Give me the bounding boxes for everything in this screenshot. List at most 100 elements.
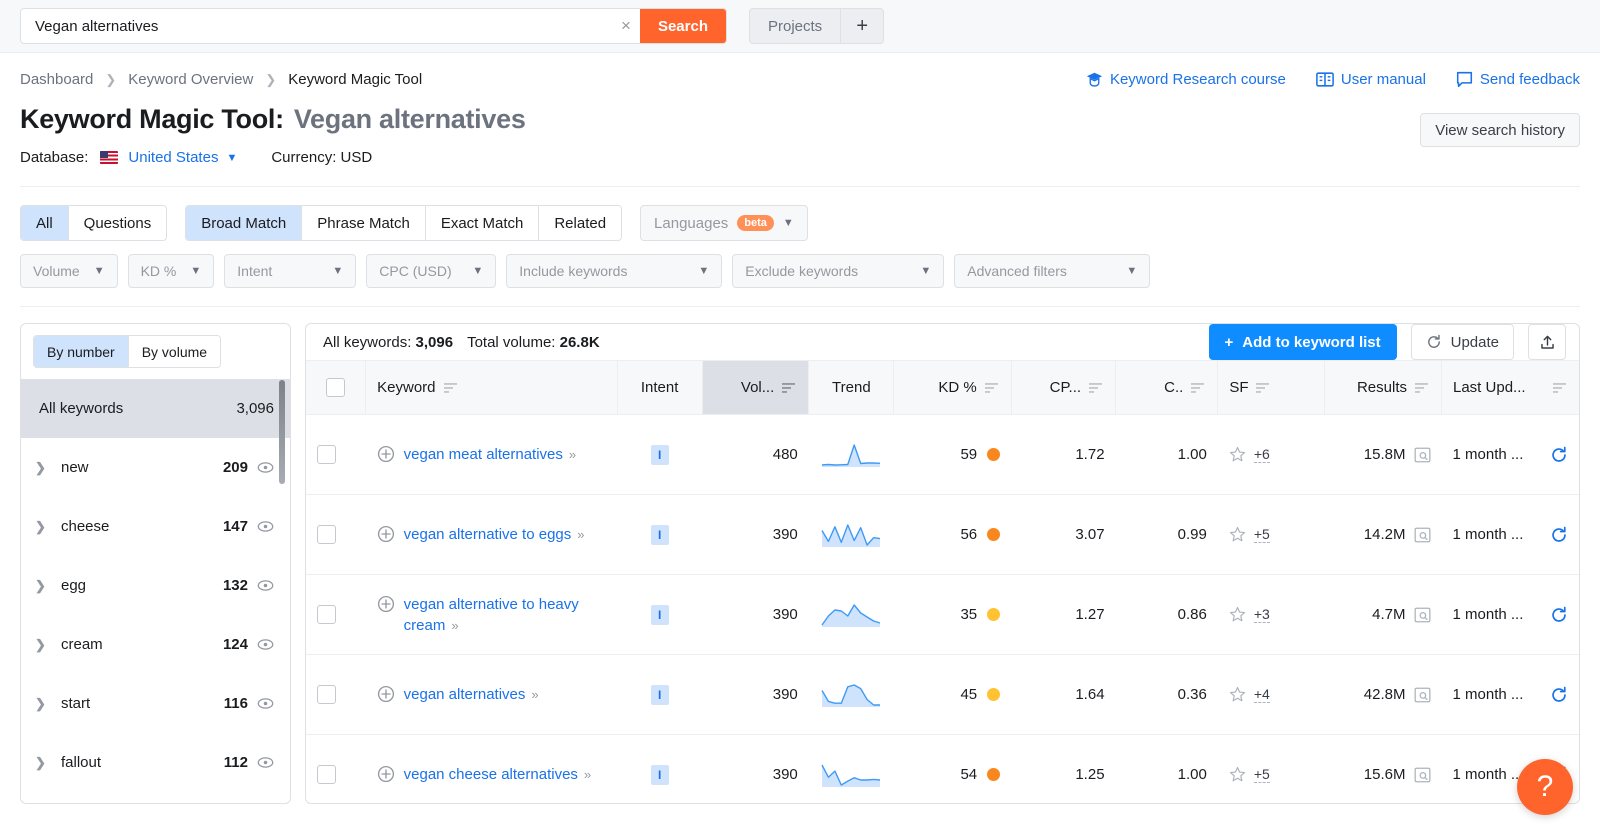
tab-related[interactable]: Related: [539, 206, 622, 240]
table-row[interactable]: vegan alternatives» I 390 45 1.64 0.36 +…: [306, 654, 1579, 735]
intent-badge[interactable]: I: [650, 444, 669, 465]
filter-intent[interactable]: Intent ▼: [224, 254, 357, 288]
send-feedback-link[interactable]: Send feedback: [1456, 71, 1580, 88]
view-search-history-button[interactable]: View search history: [1420, 113, 1580, 147]
eye-icon[interactable]: [257, 636, 274, 653]
tab-all[interactable]: All: [21, 206, 69, 240]
star-icon[interactable]: [1229, 766, 1246, 783]
serp-results-icon[interactable]: [1414, 687, 1431, 703]
star-icon[interactable]: [1229, 686, 1246, 703]
sidebar-item-fallout[interactable]: ❯ fallout 112: [21, 733, 290, 792]
table-row[interactable]: vegan alternative to eggs» I 390 56 3.07…: [306, 494, 1579, 575]
chevron-down-icon[interactable]: ▼: [226, 152, 237, 164]
keyword-link[interactable]: vegan alternative to heavy cream»: [404, 594, 606, 637]
expand-keyword-icon[interactable]: »: [577, 527, 584, 542]
filter-volume[interactable]: Volume ▼: [20, 254, 118, 288]
add-keyword-icon[interactable]: [377, 595, 395, 613]
row-checkbox[interactable]: [317, 605, 336, 624]
sidebar-item-new[interactable]: ❯ new 209: [21, 438, 290, 497]
sidebar-scrollbar[interactable]: [279, 380, 285, 624]
sidebar-item-cream[interactable]: ❯ cream 124: [21, 615, 290, 674]
filter-include-keywords[interactable]: Include keywords ▼: [506, 254, 723, 288]
filter-exclude-keywords[interactable]: Exclude keywords ▼: [732, 254, 945, 288]
star-icon[interactable]: [1229, 606, 1246, 623]
projects-button[interactable]: Projects: [750, 9, 842, 43]
keyword-link[interactable]: vegan alternatives»: [404, 684, 539, 705]
add-keyword-icon[interactable]: [377, 685, 395, 703]
eye-icon[interactable]: [257, 459, 274, 476]
header-results[interactable]: Results: [1323, 360, 1442, 415]
add-keyword-icon[interactable]: [377, 445, 395, 463]
sidebar-item-egg[interactable]: ❯ egg 132: [21, 556, 290, 615]
sidebar-scrollbar-thumb[interactable]: [279, 380, 285, 484]
table-row[interactable]: vegan alternative to heavy cream» I 390 …: [306, 574, 1579, 655]
export-button[interactable]: [1528, 324, 1566, 360]
intent-badge[interactable]: I: [650, 764, 669, 785]
add-keyword-icon[interactable]: [377, 765, 395, 783]
languages-dropdown[interactable]: Languages beta ▼: [640, 205, 808, 241]
serp-results-icon[interactable]: [1414, 767, 1431, 783]
eye-icon[interactable]: [257, 695, 274, 712]
filter-cpc[interactable]: CPC (USD) ▼: [366, 254, 497, 288]
intent-badge[interactable]: I: [650, 524, 669, 545]
keyword-link[interactable]: vegan cheese alternatives»: [404, 764, 592, 785]
star-icon[interactable]: [1229, 526, 1246, 543]
help-button[interactable]: ?: [1517, 759, 1573, 815]
clear-search-icon[interactable]: ×: [612, 9, 640, 43]
keyword-link[interactable]: vegan meat alternatives»: [404, 444, 577, 465]
tab-exact-match[interactable]: Exact Match: [425, 206, 540, 240]
header-competitive-density[interactable]: C..: [1115, 360, 1218, 415]
sf-more-count[interactable]: +4: [1253, 686, 1270, 704]
row-checkbox[interactable]: [317, 525, 336, 544]
header-kd[interactable]: KD %: [893, 360, 1012, 415]
header-sf[interactable]: SF: [1217, 360, 1325, 415]
tab-broad-match[interactable]: Broad Match: [186, 206, 303, 240]
eye-icon[interactable]: [257, 518, 274, 535]
refresh-icon[interactable]: [1550, 446, 1568, 464]
header-last-update[interactable]: Last Upd...: [1441, 360, 1579, 415]
sf-more-count[interactable]: +6: [1253, 446, 1270, 464]
intent-badge[interactable]: I: [650, 604, 669, 625]
row-checkbox[interactable]: [317, 445, 336, 464]
table-row[interactable]: vegan cheese alternatives» I 390 54 1.25…: [306, 734, 1579, 803]
keyword-link[interactable]: vegan alternative to eggs»: [404, 524, 585, 545]
breadcrumb-dashboard[interactable]: Dashboard: [20, 71, 93, 88]
add-to-keyword-list-button[interactable]: + Add to keyword list: [1208, 324, 1397, 360]
header-volume[interactable]: Vol...: [701, 360, 809, 415]
sidebar-item-all-keywords[interactable]: All keywords 3,096: [21, 379, 290, 438]
filter-advanced[interactable]: Advanced filters ▼: [954, 254, 1151, 288]
search-button[interactable]: Search: [639, 9, 726, 43]
add-keyword-icon[interactable]: [377, 525, 395, 543]
select-all-checkbox[interactable]: [326, 378, 346, 397]
expand-keyword-icon[interactable]: »: [531, 687, 538, 702]
header-keyword[interactable]: Keyword: [365, 360, 618, 415]
keyword-research-course-link[interactable]: Keyword Research course: [1086, 71, 1286, 88]
table-row[interactable]: vegan meat alternatives» I 480 59 1.72 1…: [306, 414, 1579, 495]
sf-more-count[interactable]: +5: [1253, 526, 1270, 544]
sidebar-item-start[interactable]: ❯ start 116: [21, 674, 290, 733]
sidebar-by-volume-tab[interactable]: By volume: [128, 336, 221, 367]
refresh-icon[interactable]: [1550, 686, 1568, 704]
star-icon[interactable]: [1229, 446, 1246, 463]
filter-kd[interactable]: KD % ▼: [127, 254, 215, 288]
breadcrumb-keyword-overview[interactable]: Keyword Overview: [128, 71, 253, 88]
expand-keyword-icon[interactable]: »: [451, 618, 458, 633]
expand-keyword-icon[interactable]: »: [569, 447, 576, 462]
database-value[interactable]: United States: [128, 149, 218, 166]
sf-more-count[interactable]: +3: [1253, 606, 1270, 624]
row-checkbox[interactable]: [317, 685, 336, 704]
refresh-icon[interactable]: [1550, 606, 1568, 624]
expand-keyword-icon[interactable]: »: [584, 767, 591, 782]
sidebar-by-number-tab[interactable]: By number: [34, 336, 129, 367]
eye-icon[interactable]: [257, 754, 274, 771]
serp-results-icon[interactable]: [1414, 527, 1431, 543]
add-project-button[interactable]: +: [841, 9, 883, 43]
header-cpc[interactable]: CP...: [1010, 360, 1116, 415]
intent-badge[interactable]: I: [650, 684, 669, 705]
refresh-icon[interactable]: [1550, 526, 1568, 544]
sidebar-item-cheese[interactable]: ❯ cheese 147: [21, 497, 290, 556]
search-input[interactable]: [21, 9, 612, 43]
user-manual-link[interactable]: User manual: [1316, 71, 1426, 88]
serp-results-icon[interactable]: [1414, 447, 1431, 463]
eye-icon[interactable]: [257, 577, 274, 594]
